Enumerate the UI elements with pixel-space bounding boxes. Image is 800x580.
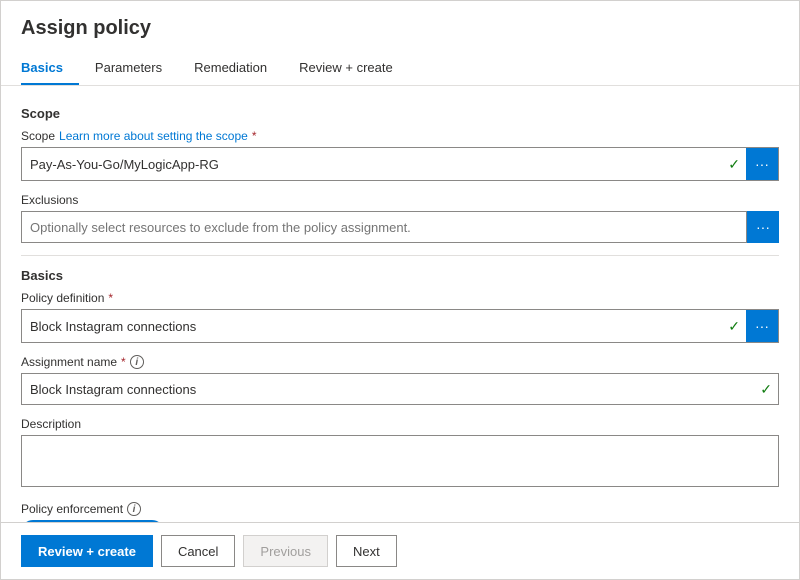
policy-definition-browse-button[interactable]: ··· bbox=[746, 310, 778, 342]
description-field-group: Description bbox=[21, 417, 779, 490]
exclusions-input-row: ··· bbox=[21, 211, 779, 243]
description-label: Description bbox=[21, 417, 779, 431]
scope-learn-more-link[interactable]: Learn more about setting the scope bbox=[59, 129, 248, 143]
exclusions-ellipsis-icon: ··· bbox=[756, 219, 770, 235]
scope-section-title: Scope bbox=[21, 106, 779, 121]
scope-browse-button[interactable]: ··· bbox=[746, 148, 778, 180]
review-create-button[interactable]: Review + create bbox=[21, 535, 153, 567]
dialog-body: Scope Scope Learn more about setting the… bbox=[1, 86, 799, 522]
tab-basics[interactable]: Basics bbox=[21, 52, 79, 85]
scope-check-icon: ✓ bbox=[722, 148, 746, 180]
dialog-footer: Review + create Cancel Previous Next bbox=[1, 522, 799, 579]
previous-button: Previous bbox=[243, 535, 328, 567]
assignment-name-label: Assignment name * i bbox=[21, 355, 779, 369]
exclusions-input[interactable] bbox=[21, 211, 747, 243]
scope-field-label: Scope Learn more about setting the scope… bbox=[21, 129, 779, 143]
assignment-name-input[interactable] bbox=[22, 382, 754, 397]
section-divider bbox=[21, 255, 779, 256]
scope-field-group: Scope Learn more about setting the scope… bbox=[21, 129, 779, 181]
tab-bar: Basics Parameters Remediation Review + c… bbox=[21, 52, 779, 85]
scope-ellipsis-icon: ··· bbox=[755, 156, 769, 172]
assignment-name-field-group: Assignment name * i ✓ bbox=[21, 355, 779, 405]
tab-remediation[interactable]: Remediation bbox=[178, 52, 283, 85]
assign-policy-dialog: Assign policy Basics Parameters Remediat… bbox=[0, 0, 800, 580]
exclusions-field-group: Exclusions ··· bbox=[21, 193, 779, 243]
scope-input-row: ✓ ··· bbox=[21, 147, 779, 181]
policy-enforcement-label: Policy enforcement i bbox=[21, 502, 779, 516]
policy-definition-label: Policy definition * bbox=[21, 291, 779, 305]
policy-enforcement-info-icon[interactable]: i bbox=[127, 502, 141, 516]
exclusions-browse-button[interactable]: ··· bbox=[747, 211, 779, 243]
assignment-name-info-icon[interactable]: i bbox=[130, 355, 144, 369]
policy-definition-ellipsis-icon: ··· bbox=[755, 318, 769, 334]
tab-review-create[interactable]: Review + create bbox=[283, 52, 409, 85]
assignment-name-input-row: ✓ bbox=[21, 373, 779, 405]
assignment-name-check-icon: ✓ bbox=[754, 381, 778, 398]
policy-definition-input-row: ✓ ··· bbox=[21, 309, 779, 343]
next-button[interactable]: Next bbox=[336, 535, 397, 567]
policy-definition-input[interactable] bbox=[22, 310, 722, 342]
policy-definition-check-icon: ✓ bbox=[722, 310, 746, 342]
description-input[interactable] bbox=[21, 435, 779, 487]
policy-definition-field-group: Policy definition * ✓ ··· bbox=[21, 291, 779, 343]
policy-enforcement-group: Policy enforcement i Enabled Disabled bbox=[21, 502, 779, 522]
exclusions-label: Exclusions bbox=[21, 193, 779, 207]
scope-input[interactable] bbox=[22, 148, 722, 180]
dialog-title: Assign policy bbox=[21, 17, 779, 40]
cancel-button[interactable]: Cancel bbox=[161, 535, 235, 567]
dialog-header: Assign policy Basics Parameters Remediat… bbox=[1, 1, 799, 86]
tab-parameters[interactable]: Parameters bbox=[79, 52, 178, 85]
basics-section-title: Basics bbox=[21, 268, 779, 283]
